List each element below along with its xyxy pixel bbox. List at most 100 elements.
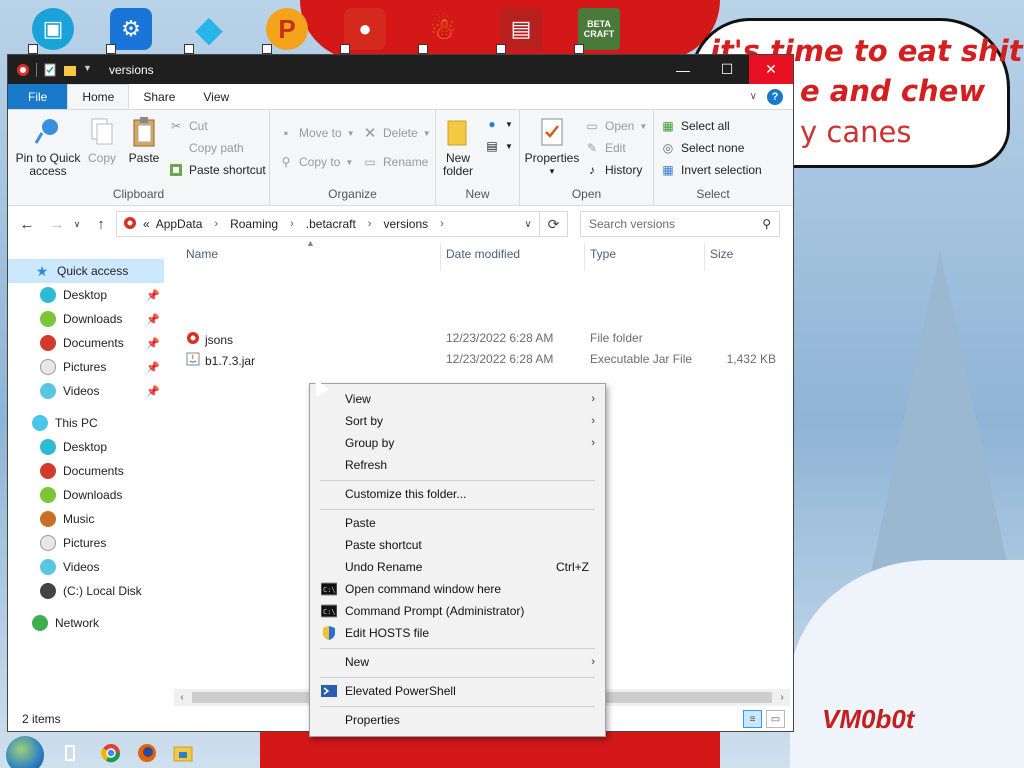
pin-quick-access-button[interactable]: Pin to Quick access bbox=[12, 116, 84, 178]
nav-pc-local-disk[interactable]: (C:) Local Disk bbox=[40, 583, 142, 599]
menu-item-command-prompt-admin[interactable]: C:\ Command Prompt (Administrator) bbox=[312, 600, 603, 622]
scroll-left-icon[interactable]: ‹ bbox=[174, 689, 190, 706]
menu-item-view[interactable]: View › bbox=[312, 388, 603, 410]
breadcrumb-appdata[interactable]: AppData bbox=[156, 217, 203, 231]
desktop-icon-settings[interactable]: ⚙ bbox=[92, 4, 170, 54]
address-bar[interactable]: « AppData › Roaming › .betacraft › versi… bbox=[116, 211, 540, 237]
menu-item-edit-hosts[interactable]: Edit HOSTS file bbox=[312, 622, 603, 644]
help-icon[interactable]: ? bbox=[767, 88, 783, 105]
large-icons-view-icon[interactable]: ▭ bbox=[766, 710, 785, 728]
file-explorer-icon[interactable] bbox=[172, 742, 194, 764]
paste-shortcut-button[interactable]: Paste shortcut bbox=[168, 162, 266, 178]
desktop-icon-diamond[interactable]: ◆ bbox=[170, 4, 248, 54]
new-item-button[interactable]: ● ▼ bbox=[484, 116, 513, 132]
nav-pc-desktop[interactable]: Desktop bbox=[40, 439, 107, 455]
taskbar-pin-icon[interactable] bbox=[62, 742, 84, 764]
menu-item-paste[interactable]: Paste bbox=[312, 512, 603, 534]
column-header-type[interactable]: Type bbox=[590, 247, 616, 261]
invert-selection-button[interactable]: ▦ Invert selection bbox=[660, 162, 761, 178]
title-bar[interactable]: ▼ versions — ☐ ✕ bbox=[8, 55, 793, 84]
nav-quick-documents[interactable]: Documents 📌 bbox=[40, 335, 164, 351]
copy-to-button[interactable]: ⚲ Copy to ▼ bbox=[278, 154, 354, 170]
desktop-icon-book[interactable]: ▤ bbox=[482, 4, 560, 54]
menu-item-group-by[interactable]: Group by › bbox=[312, 432, 603, 454]
paste-button[interactable]: Paste bbox=[126, 116, 162, 165]
nav-pc-music[interactable]: Music bbox=[40, 511, 94, 527]
tab-view[interactable]: View bbox=[189, 84, 243, 109]
properties-quick-icon[interactable] bbox=[43, 63, 57, 77]
menu-item-elevated-powershell[interactable]: Elevated PowerShell bbox=[312, 680, 603, 702]
nav-quick-videos[interactable]: Videos 📌 bbox=[40, 383, 164, 399]
nav-pc-documents[interactable]: Documents bbox=[40, 463, 124, 479]
up-button[interactable]: ↑ bbox=[90, 213, 112, 235]
new-folder-quick-icon[interactable] bbox=[63, 63, 77, 77]
menu-item-customize[interactable]: Customize this folder... bbox=[312, 483, 603, 505]
select-all-button[interactable]: ▦ Select all bbox=[660, 118, 729, 134]
expand-ribbon-icon[interactable]: ∨ bbox=[750, 91, 757, 102]
breadcrumb-separator-icon[interactable]: › bbox=[368, 218, 372, 230]
menu-item-sort-by[interactable]: Sort by › bbox=[312, 410, 603, 432]
address-dropdown-icon[interactable]: ∨ bbox=[517, 219, 539, 230]
desktop-icon-snowman[interactable]: ☃ bbox=[404, 4, 482, 54]
desktop-icon-computer[interactable]: ▣ bbox=[14, 4, 92, 54]
desktop-icon-p-app[interactable]: P bbox=[248, 4, 326, 54]
start-button[interactable] bbox=[6, 736, 44, 768]
copy-button[interactable]: Copy bbox=[86, 116, 118, 165]
nav-quick-desktop[interactable]: Desktop 📌 bbox=[40, 287, 164, 303]
tab-file[interactable]: File bbox=[8, 84, 68, 109]
menu-item-new[interactable]: New › bbox=[312, 651, 603, 673]
details-view-icon[interactable]: ≡ bbox=[743, 710, 762, 728]
open-button[interactable]: ▭ Open ▼ bbox=[584, 118, 647, 134]
refresh-button[interactable]: ⟳ bbox=[540, 211, 568, 237]
minimize-button[interactable]: — bbox=[661, 55, 705, 84]
menu-item-open-command-window[interactable]: C:\ Open command window here bbox=[312, 578, 603, 600]
chrome-icon[interactable] bbox=[100, 742, 122, 764]
new-folder-button[interactable]: New folder bbox=[438, 116, 478, 178]
breadcrumb-roaming[interactable]: Roaming bbox=[230, 217, 278, 231]
nav-pc-videos[interactable]: Videos bbox=[40, 559, 99, 575]
column-header-size[interactable]: Size bbox=[710, 247, 733, 261]
app-icon[interactable] bbox=[16, 63, 30, 77]
tab-home[interactable]: Home bbox=[67, 84, 130, 109]
chevron-down-icon[interactable]: ▼ bbox=[83, 63, 97, 77]
forward-button[interactable]: → bbox=[46, 213, 68, 235]
menu-item-properties[interactable]: Properties bbox=[312, 709, 603, 731]
file-row-jsons[interactable]: jsons 12/23/2022 6:28 AM File folder bbox=[176, 328, 788, 349]
nav-pc-downloads[interactable]: Downloads bbox=[40, 487, 122, 503]
nav-pc-pictures[interactable]: Pictures bbox=[40, 535, 106, 551]
search-input[interactable]: Search versions ⚲ bbox=[580, 211, 780, 237]
column-header-name[interactable]: Name bbox=[186, 247, 218, 261]
file-row-jar[interactable]: b1.7.3.jar 12/23/2022 6:28 AM Executable… bbox=[176, 349, 788, 370]
breadcrumb-separator-icon[interactable]: › bbox=[290, 218, 294, 230]
delete-button[interactable]: ✕ Delete ▼ bbox=[362, 125, 431, 142]
menu-item-undo-rename[interactable]: Undo Rename Ctrl+Z bbox=[312, 556, 603, 578]
menu-item-paste-shortcut[interactable]: Paste shortcut bbox=[312, 534, 603, 556]
recent-locations-chevron-icon[interactable]: ∨ bbox=[66, 213, 88, 235]
easy-access-button[interactable]: ▤ ▼ bbox=[484, 138, 513, 154]
edit-button[interactable]: ✎ Edit bbox=[584, 140, 626, 156]
nav-this-pc[interactable]: This PC bbox=[32, 415, 98, 431]
close-button[interactable]: ✕ bbox=[749, 55, 793, 84]
nav-quick-access[interactable]: ★ Quick access bbox=[8, 259, 164, 283]
column-header-date[interactable]: Date modified bbox=[446, 247, 520, 261]
cut-button[interactable]: ✂ Cut bbox=[168, 118, 208, 134]
breadcrumb-betacraft[interactable]: .betacraft bbox=[306, 217, 356, 231]
nav-quick-pictures[interactable]: Pictures 📌 bbox=[40, 359, 164, 375]
scroll-right-icon[interactable]: › bbox=[774, 689, 790, 706]
properties-button[interactable]: Properties ▼ bbox=[524, 116, 580, 178]
maximize-button[interactable]: ☐ bbox=[705, 55, 749, 84]
nav-network[interactable]: Network bbox=[32, 615, 99, 631]
breadcrumb-separator-icon[interactable]: › bbox=[440, 218, 444, 230]
move-to-button[interactable]: ▪ Move to ▼ bbox=[278, 125, 355, 141]
menu-item-refresh[interactable]: Refresh bbox=[312, 454, 603, 476]
desktop-icon-angry-bird[interactable]: ● bbox=[326, 4, 404, 54]
nav-quick-downloads[interactable]: Downloads 📌 bbox=[40, 311, 164, 327]
history-button[interactable]: ♪ History bbox=[584, 162, 642, 178]
select-none-button[interactable]: ◎ Select none bbox=[660, 140, 745, 156]
tab-share[interactable]: Share bbox=[129, 84, 189, 109]
copy-path-button[interactable]: Copy path bbox=[168, 140, 244, 156]
breadcrumb-versions[interactable]: versions bbox=[383, 217, 428, 231]
rename-button[interactable]: ▭ Rename bbox=[362, 154, 428, 170]
breadcrumb-separator-icon[interactable]: › bbox=[214, 218, 218, 230]
desktop-icon-betacraft[interactable]: BETA CRAFT bbox=[560, 4, 638, 54]
